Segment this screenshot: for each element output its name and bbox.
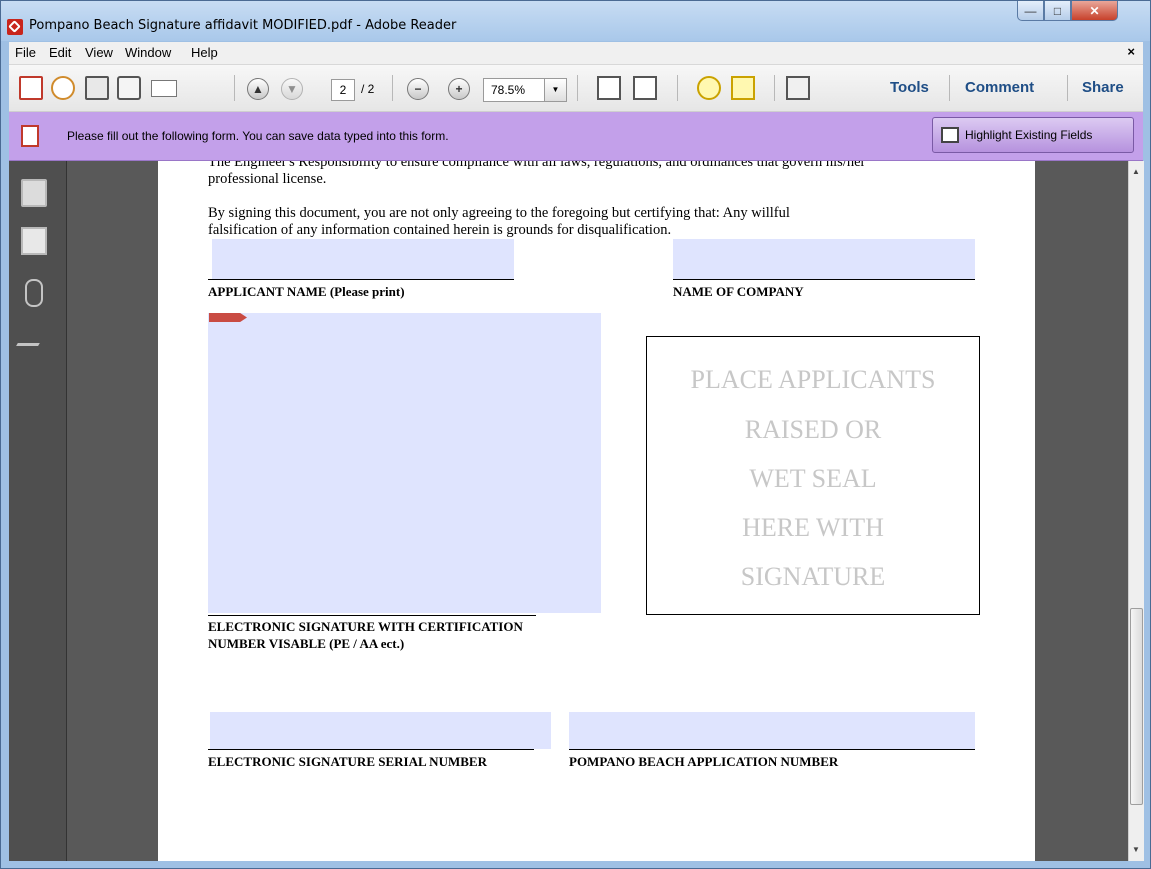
tools-pane-button[interactable]: Tools	[890, 79, 929, 96]
adobe-reader-icon	[7, 19, 23, 35]
toolbar-separator	[677, 75, 678, 101]
page-number-input[interactable]: 2	[331, 79, 355, 101]
zoom-dropdown-icon[interactable]: ▼	[545, 78, 567, 102]
previous-page-icon[interactable]: ▲	[247, 78, 269, 100]
seal-text-line: HERE WITH	[742, 513, 884, 542]
highlight-existing-fields-button[interactable]: Highlight Existing Fields	[932, 117, 1134, 153]
seal-text-line: RAISED OR	[744, 415, 882, 444]
application-number-field[interactable]	[569, 712, 975, 749]
seal-box: PLACE APPLICANTS RAISED OR WET SEAL HERE…	[646, 336, 980, 615]
application-number-label: POMPANO BEACH APPLICATION NUMBER	[569, 754, 839, 769]
applicant-name-label: APPLICANT NAME (Please print)	[208, 284, 405, 299]
full-screen-icon[interactable]	[786, 76, 810, 100]
serial-number-label: ELECTRONIC SIGNATURE SERIAL NUMBER	[208, 754, 487, 769]
minimize-button[interactable]: —	[1017, 1, 1044, 21]
menu-window[interactable]: Window	[125, 45, 171, 60]
cut-off-text-line: The Engineer's Responsibility to ensure …	[208, 161, 866, 170]
sign-here-tag-icon[interactable]	[209, 313, 247, 322]
window-title: Pompano Beach Signature affidavit MODIFI…	[29, 18, 457, 33]
comment-pane-button[interactable]: Comment	[965, 79, 1034, 96]
menu-edit[interactable]: Edit	[49, 45, 71, 60]
close-window-button[interactable]: ✕	[1071, 1, 1118, 21]
form-message: Please fill out the following form. You …	[67, 129, 449, 143]
highlight-fields-icon	[941, 127, 959, 143]
license-text: professional license.	[208, 171, 327, 187]
zoom-in-icon[interactable]: +	[448, 78, 470, 100]
menu-view[interactable]: View	[85, 45, 113, 60]
sticky-note-icon[interactable]	[697, 76, 721, 100]
seal-text-line: SIGNATURE	[740, 562, 886, 591]
pdf-page: The Engineer's Responsibility to ensure …	[158, 161, 1035, 861]
electronic-signature-underline	[208, 615, 536, 616]
signatures-icon[interactable]	[16, 329, 48, 346]
layers-icon[interactable]	[21, 227, 47, 255]
toolbar: ▲ ▼ 2 / 2 − + 78.5% ▼ Tools Comment Shar…	[9, 65, 1143, 112]
scrollbar-thumb[interactable]	[1130, 608, 1143, 805]
electronic-signature-label-line1: ELECTRONIC SIGNATURE WITH CERTIFICATION	[208, 619, 523, 634]
vertical-scrollbar[interactable]: ▲ ▼	[1128, 161, 1144, 861]
toolbar-separator	[1067, 75, 1068, 101]
electronic-signature-label-line2: NUMBER VISABLE (PE / AA ect.)	[208, 636, 405, 651]
form-icon	[21, 125, 39, 147]
company-name-field[interactable]	[673, 239, 975, 279]
application-number-underline	[569, 749, 975, 750]
page-thumbnails-icon[interactable]	[21, 179, 47, 207]
menu-file[interactable]: File	[15, 45, 36, 60]
highlight-text-icon[interactable]	[731, 76, 755, 100]
scroll-down-icon[interactable]: ▼	[1132, 845, 1140, 854]
fit-page-icon[interactable]	[597, 76, 621, 100]
applicant-name-field[interactable]	[212, 239, 514, 279]
share-pane-button[interactable]: Share	[1082, 79, 1124, 96]
menu-bar: File Edit View Window Help ×	[9, 42, 1143, 65]
certification-paragraph-line1: By signing this document, you are not on…	[208, 205, 790, 221]
attachments-icon[interactable]	[25, 279, 43, 307]
print-icon[interactable]	[117, 76, 141, 100]
toolbar-separator	[392, 75, 393, 101]
seal-text-line: WET SEAL	[749, 464, 877, 493]
navigation-panel	[9, 161, 67, 861]
seal-text-line: PLACE APPLICANTS	[690, 365, 936, 394]
title-bar: Pompano Beach Signature affidavit MODIFI…	[1, 1, 1150, 41]
open-file-icon[interactable]	[51, 76, 75, 100]
next-page-icon[interactable]: ▼	[281, 78, 303, 100]
zoom-level-input[interactable]: 78.5%	[483, 78, 545, 102]
serial-number-underline	[208, 749, 534, 750]
page-total: / 2	[361, 82, 375, 96]
close-document-icon[interactable]: ×	[1127, 44, 1135, 59]
toolbar-separator	[234, 75, 235, 101]
toolbar-separator	[774, 75, 775, 101]
fit-width-icon[interactable]	[633, 76, 657, 100]
signature-serial-number-field[interactable]	[210, 712, 551, 749]
highlight-button-label: Highlight Existing Fields	[965, 128, 1093, 142]
scroll-up-icon[interactable]: ▲	[1132, 167, 1140, 176]
toolbar-separator	[949, 75, 950, 101]
menu-help[interactable]: Help	[191, 45, 218, 60]
email-icon[interactable]	[151, 80, 177, 97]
company-name-label: NAME OF COMPANY	[673, 284, 804, 299]
adobe-reader-window: Pompano Beach Signature affidavit MODIFI…	[0, 0, 1151, 869]
save-icon[interactable]	[85, 76, 109, 100]
certification-paragraph-line2: falsification of any information contain…	[208, 222, 672, 238]
form-message-bar: Please fill out the following form. You …	[9, 112, 1143, 161]
maximize-button[interactable]: □	[1044, 1, 1071, 21]
applicant-name-underline	[208, 279, 514, 280]
toolbar-separator	[577, 75, 578, 101]
zoom-out-icon[interactable]: −	[407, 78, 429, 100]
electronic-signature-field[interactable]	[208, 313, 601, 613]
company-name-underline	[673, 279, 975, 280]
create-pdf-icon[interactable]	[19, 76, 43, 100]
